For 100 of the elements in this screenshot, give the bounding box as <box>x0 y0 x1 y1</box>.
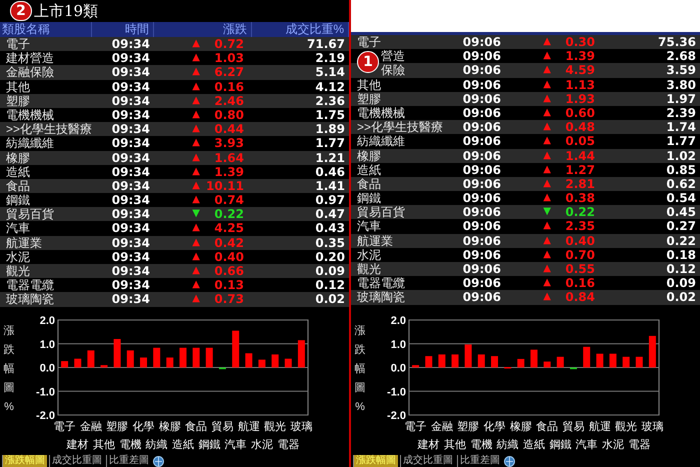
category-name: 觀光 <box>357 262 381 276</box>
bar <box>609 354 616 368</box>
category-name: 水泥 <box>6 250 30 264</box>
table-row[interactable]: 橡膠 09:06 ▲ 1.44 1.02 <box>351 148 700 163</box>
category-name: 汽車 <box>357 219 381 234</box>
table-row[interactable]: >>化學生技醫療 09:06 ▲ 0.48 1.74 <box>351 120 700 134</box>
change-value: 0.48 <box>564 120 595 134</box>
category-label: 食品 <box>185 421 208 433</box>
bar <box>87 350 94 368</box>
change-arrow: ▲ <box>543 290 551 304</box>
category-name: 電器電纜 <box>357 276 405 290</box>
time-cell-text: 09:34 <box>110 264 151 278</box>
globe-icon[interactable] <box>504 456 515 466</box>
change-value: 1.39 <box>564 49 595 64</box>
change-value: 3.93 <box>213 136 244 151</box>
category-name: 玻璃陶瓷 <box>357 290 405 305</box>
weight-cell-text: 0.46 <box>314 164 346 179</box>
change-value: 0.73 <box>213 292 244 307</box>
table-row[interactable]: 塑膠 09:34 ▲ 2.46 2.36 <box>0 94 349 108</box>
table-row[interactable]: 建材營造 09:34 ▲ 1.03 2.19 <box>0 51 349 66</box>
change-arrow: ▲ <box>543 219 551 234</box>
category-name: 貿易百貨 <box>6 207 54 222</box>
category-name: 觀光 <box>6 264 30 278</box>
bar <box>438 354 446 368</box>
time-cell-text: 09:06 <box>462 134 502 149</box>
time-cell-text: 09:34 <box>110 164 151 179</box>
category-name: 其他 <box>6 80 30 94</box>
change-value: 0.22 <box>564 205 595 220</box>
weight-cell-text: 0.12 <box>314 278 346 292</box>
tick-label: 2.0 <box>390 315 406 327</box>
table-row[interactable]: 觀光 09:06 ▲ 0.55 0.12 <box>351 262 700 276</box>
table-row[interactable]: 電子 09:06 ▲ 0.30 75.36 <box>351 35 700 50</box>
category-label: 電器 <box>628 439 650 451</box>
weight-cell-text: 0.18 <box>665 248 697 262</box>
table-row[interactable]: 金融保險 09:34 ▲ 6.27 5.14 <box>0 65 349 80</box>
table-row[interactable]: 玻璃陶瓷 09:06 ▲ 0.84 0.02 <box>351 290 700 305</box>
category-label: 化學 <box>484 421 506 433</box>
category-name: 造紙 <box>6 164 30 179</box>
bar <box>206 348 213 368</box>
category-name: 塑膠 <box>357 92 381 106</box>
chart-tab[interactable]: 成交比重圖 <box>49 455 104 467</box>
table-row[interactable]: 其他 09:34 ▲ 0.16 4.12 <box>0 80 349 94</box>
bar <box>166 358 174 368</box>
change-arrow: ▲ <box>543 120 551 134</box>
table-row[interactable]: 其他 09:06 ▲ 1.13 3.80 <box>351 78 700 92</box>
bar <box>284 358 292 368</box>
table-row[interactable]: 食品 09:34 ▲ 10.11 1.41 <box>0 178 349 194</box>
category-name: 貿易百貨 <box>357 205 405 220</box>
bar <box>491 356 498 368</box>
weight-cell-text: 1.02 <box>665 148 697 163</box>
category-label: 橡膠 <box>510 421 532 433</box>
time-cell-text: 09:34 <box>110 108 151 122</box>
table-row[interactable]: 電子 09:34 ▲ 0.72 71.67 <box>0 37 349 52</box>
bar <box>126 350 134 368</box>
change-arrow: ▲ <box>543 191 551 206</box>
table-row[interactable]: 造紙 09:06 ▲ 1.27 0.85 <box>351 162 700 177</box>
table-row[interactable]: 食品 09:06 ▲ 2.81 0.62 <box>351 176 700 192</box>
category-name: 其他 <box>357 78 381 92</box>
category-name: 電子 <box>357 35 381 50</box>
category-label: 金融 <box>80 421 102 433</box>
change-arrow: ▲ <box>192 150 200 164</box>
category-name: 建材營造 <box>6 51 54 66</box>
time-cell-text: 09:34 <box>110 94 151 108</box>
table-row[interactable]: 玻璃陶瓷 09:34 ▲ 0.73 0.02 <box>0 292 349 307</box>
change-value: 0.84 <box>564 290 595 305</box>
weight-cell-text: 2.39 <box>665 106 697 120</box>
time-cell-text: 09:34 <box>110 178 151 194</box>
change-value: 0.80 <box>213 108 244 122</box>
time-cell-text: 09:34 <box>110 250 151 264</box>
change-value: 1.27 <box>564 162 595 177</box>
table-row[interactable]: >>化學生技醫療 09:34 ▲ 0.44 1.89 <box>0 122 349 136</box>
table-row[interactable]: 橡膠 09:34 ▲ 1.64 1.21 <box>0 150 349 165</box>
change-arrow: ▲ <box>543 35 551 49</box>
weight-cell-text: 2.36 <box>314 94 346 108</box>
change-arrow: ▲ <box>192 193 200 208</box>
category-label: 電子 <box>54 421 76 433</box>
panel-title: 上市19類 <box>34 1 98 22</box>
chart-tab[interactable]: 比重差圖 <box>457 455 502 467</box>
table-row[interactable]: 貿易百貨 09:34 ▼ 0.22 0.47 <box>0 207 349 222</box>
change-value: 0.16 <box>564 276 595 290</box>
change-arrow: ▲ <box>543 92 551 106</box>
chart-tab[interactable]: 成交比重圖 <box>400 455 455 467</box>
category-name: 航運業 <box>357 234 393 248</box>
table-row[interactable]: 航運業 09:06 ▲ 0.40 0.22 <box>351 234 700 248</box>
table-row[interactable]: 造紙 09:34 ▲ 1.39 0.46 <box>0 164 349 179</box>
time-cell-text: 09:06 <box>462 262 502 276</box>
weight-cell-text: 75.36 <box>657 35 697 50</box>
weight-cell-text: 1.75 <box>314 108 346 122</box>
change-value: 6.27 <box>213 65 244 80</box>
chart-tab[interactable]: 比重差圖 <box>106 455 151 467</box>
category-name: 橡膠 <box>6 150 30 165</box>
change-arrow: ▲ <box>543 106 551 120</box>
time-cell-text: 09:06 <box>462 176 502 192</box>
globe-icon[interactable] <box>153 456 164 466</box>
change-value: 0.40 <box>564 234 595 248</box>
table-row[interactable]: 觀光 09:34 ▲ 0.66 0.09 <box>0 264 349 278</box>
table-row[interactable]: 塑膠 09:06 ▲ 1.93 1.97 <box>351 92 700 106</box>
table-row[interactable]: 貿易百貨 09:06 ▼ 0.22 0.45 <box>351 205 700 220</box>
table-row[interactable]: 航運業 09:34 ▲ 0.42 0.35 <box>0 236 349 250</box>
category-label: 造紙 <box>523 439 545 451</box>
